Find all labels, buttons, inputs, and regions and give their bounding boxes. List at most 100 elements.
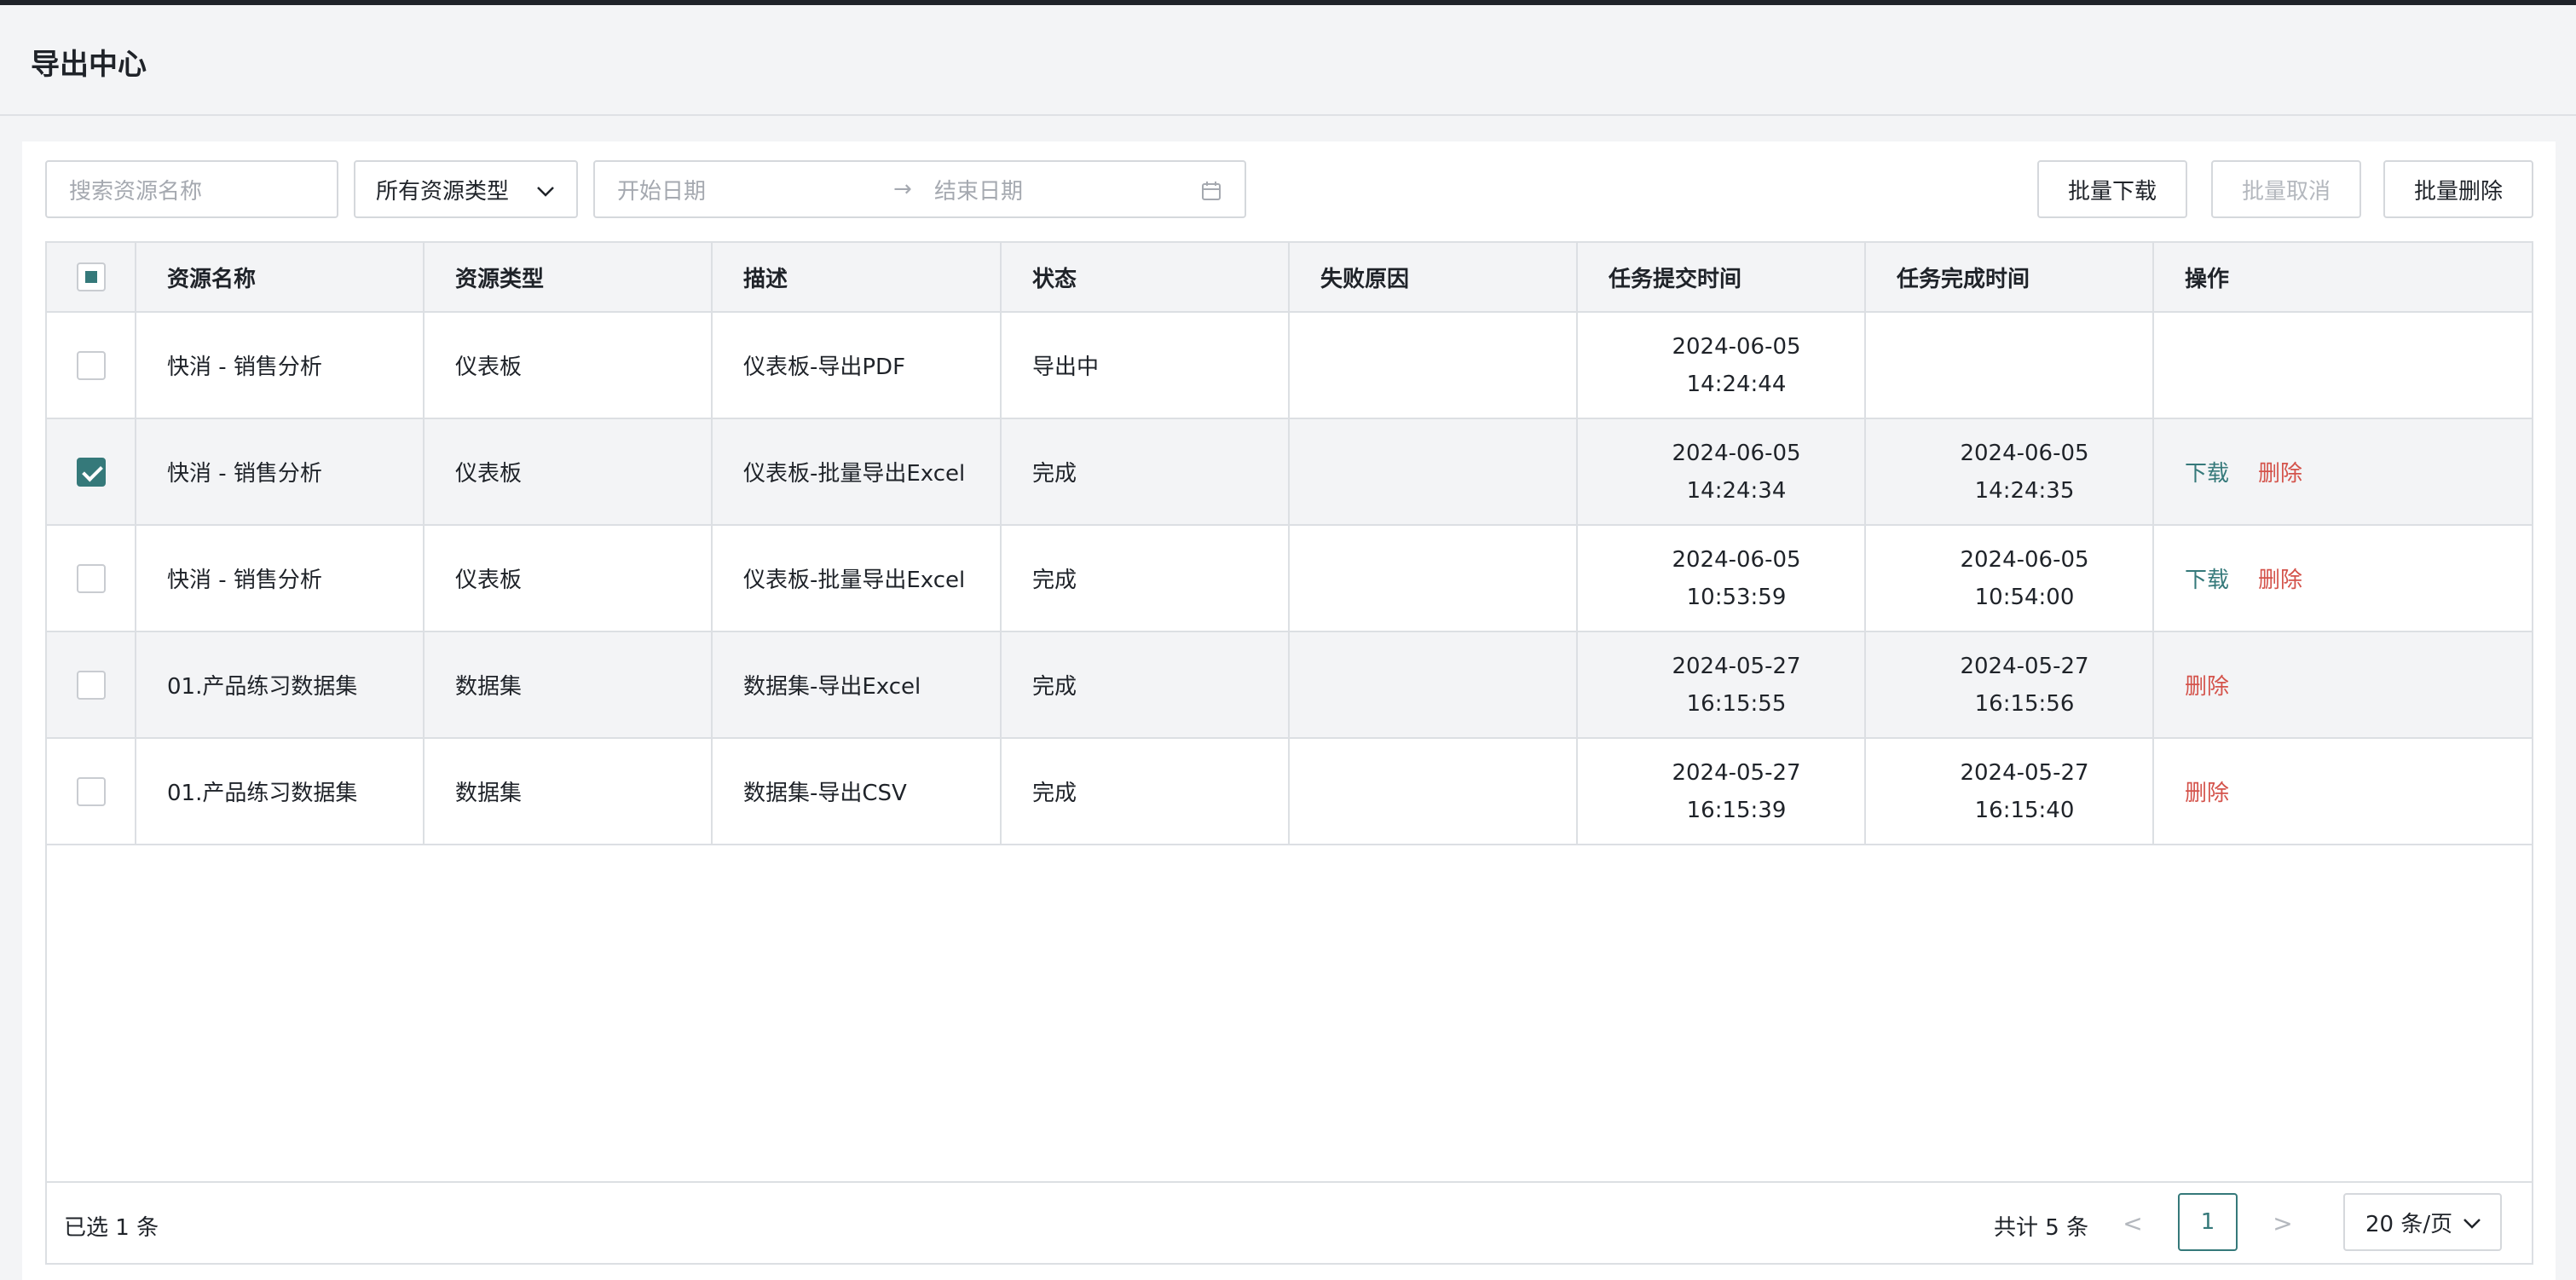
row-checkbox[interactable] <box>76 776 106 806</box>
finish-date: 2024-06-05 <box>1960 546 2089 573</box>
row-select-cell <box>47 632 136 737</box>
actions-cell: 下载 删除 <box>2154 526 2532 631</box>
submit-time-cell: 2024-06-05 14:24:44 <box>1578 313 1866 418</box>
failure-reason-cell <box>1290 526 1578 631</box>
download-link[interactable]: 下载 <box>2185 456 2229 487</box>
column-header: 操作 <box>2185 266 2230 292</box>
start-date-input[interactable]: 开始日期 <box>617 174 706 205</box>
description-cell: 数据集-导出CSV <box>713 739 1002 844</box>
finish-time: 14:24:35 <box>1974 477 2075 504</box>
export-table: 资源名称 资源类型 描述 状态 失败原因 任务提交时间 任务完成时间 操作 快消… <box>45 241 2533 1265</box>
row-select-cell <box>47 313 136 418</box>
chevron-down-icon <box>2463 1219 2481 1229</box>
download-link[interactable]: 下载 <box>2185 562 2229 594</box>
submit-time: 16:15:39 <box>1686 797 1787 823</box>
row-checkbox[interactable] <box>76 457 106 487</box>
actions-cell <box>2154 313 2532 418</box>
delete-link[interactable]: 删除 <box>2258 562 2302 594</box>
submit-date: 2024-06-05 <box>1672 333 1801 360</box>
page-size-select[interactable]: 20 条/页 <box>2343 1193 2502 1251</box>
batch-download-button[interactable]: 批量下载 <box>2037 160 2187 218</box>
resource-type-cell: 数据集 <box>425 739 713 844</box>
search-input[interactable]: 搜索资源名称 <box>45 160 338 218</box>
column-header: 资源名称 <box>136 243 425 311</box>
row-select-cell <box>47 739 136 844</box>
failure-reason-cell <box>1290 632 1578 737</box>
description-cell: 仪表板-批量导出Excel <box>713 526 1002 631</box>
calendar-icon <box>1202 182 1221 200</box>
description-cell: 仪表板-批量导出Excel <box>713 419 1002 524</box>
batch-cancel-button[interactable]: 批量取消 <box>2211 160 2361 218</box>
submit-time: 14:24:34 <box>1686 477 1787 504</box>
resource-type-cell: 仪表板 <box>425 419 713 524</box>
table-row: 01.产品练习数据集 数据集 数据集-导出Excel 完成 2024-05-27… <box>47 632 2532 739</box>
row-checkbox[interactable] <box>76 563 106 593</box>
column-header: 任务完成时间 <box>1866 243 2154 311</box>
end-date-input[interactable]: 结束日期 <box>934 174 1023 205</box>
submit-date: 2024-06-05 <box>1672 440 1801 466</box>
submit-time-cell: 2024-06-05 10:53:59 <box>1578 526 1866 631</box>
finish-date: 2024-06-05 <box>1960 440 2089 466</box>
resource-type-select[interactable]: 所有资源类型 <box>354 160 578 218</box>
selected-count: 已选 1 条 <box>64 1215 159 1241</box>
next-page-button[interactable]: > <box>2270 1208 2296 1237</box>
batch-delete-button[interactable]: 批量删除 <box>2383 160 2533 218</box>
failure-reason-cell <box>1290 739 1578 844</box>
resource-type-cell: 仪表板 <box>425 526 713 631</box>
failure-reason-cell <box>1290 419 1578 524</box>
delete-link[interactable]: 删除 <box>2185 669 2229 701</box>
delete-link[interactable]: 删除 <box>2258 456 2302 487</box>
chevron-down-icon <box>537 187 554 197</box>
resource-type-cell: 数据集 <box>425 632 713 737</box>
table-row: 01.产品练习数据集 数据集 数据集-导出CSV 完成 2024-05-27 16… <box>47 739 2532 845</box>
table-row: 快消 - 销售分析 仪表板 仪表板-批量导出Excel 完成 2024-06-0… <box>47 526 2532 632</box>
finish-time-cell: 2024-06-05 14:24:35 <box>1866 419 2154 524</box>
submit-time-cell: 2024-05-27 16:15:39 <box>1578 739 1866 844</box>
select-all-cell <box>47 243 136 311</box>
column-header: 资源类型 <box>425 243 713 311</box>
table-header: 资源名称 资源类型 描述 状态 失败原因 任务提交时间 任务完成时间 操作 <box>47 243 2532 313</box>
submit-date: 2024-05-27 <box>1672 653 1801 679</box>
delete-link[interactable]: 删除 <box>2185 775 2229 807</box>
resource-name-cell: 01.产品练习数据集 <box>136 739 425 844</box>
status-cell: 完成 <box>1002 526 1290 631</box>
resource-name-cell: 快消 - 销售分析 <box>136 526 425 631</box>
row-select-cell <box>47 419 136 524</box>
description-cell: 数据集-导出Excel <box>713 632 1002 737</box>
submit-date: 2024-06-05 <box>1672 546 1801 573</box>
resource-name-cell: 快消 - 销售分析 <box>136 419 425 524</box>
page-title: 导出中心 <box>31 48 147 82</box>
page-number-button[interactable]: 1 <box>2178 1193 2238 1251</box>
submit-time-cell: 2024-06-05 14:24:34 <box>1578 419 1866 524</box>
column-header: 任务提交时间 <box>1578 243 1866 311</box>
total-count: 共计 5 条 <box>1994 1215 2089 1241</box>
date-range-arrow: → <box>893 176 912 202</box>
row-checkbox[interactable] <box>76 350 106 380</box>
row-checkbox[interactable] <box>76 670 106 700</box>
failure-reason-cell <box>1290 313 1578 418</box>
resource-name-cell: 快消 - 销售分析 <box>136 313 425 418</box>
prev-page-button[interactable]: < <box>2120 1208 2146 1237</box>
date-range-picker[interactable]: 开始日期 → 结束日期 <box>593 160 1246 218</box>
status-cell: 完成 <box>1002 739 1290 844</box>
finish-time: 16:15:56 <box>1974 690 2075 717</box>
table-row: 快消 - 销售分析 仪表板 仪表板-导出PDF 导出中 2024-06-05 14… <box>47 313 2532 419</box>
submit-time: 10:53:59 <box>1686 584 1787 610</box>
select-all-checkbox[interactable] <box>76 262 106 291</box>
finish-time: 16:15:40 <box>1974 797 2075 823</box>
finish-time-cell: 2024-05-27 16:15:56 <box>1866 632 2154 737</box>
column-header: 状态 <box>1002 243 1290 311</box>
page-header: 导出中心 <box>0 5 2576 116</box>
table-footer: 已选 1 条 共计 5 条 < 1 > 20 条/页 <box>47 1181 2532 1263</box>
finish-time: 10:54:00 <box>1974 584 2075 610</box>
finish-time-cell <box>1866 313 2154 418</box>
actions-cell: 删除 <box>2154 739 2532 844</box>
column-header: 失败原因 <box>1290 243 1578 311</box>
finish-time-cell: 2024-05-27 16:15:40 <box>1866 739 2154 844</box>
finish-date: 2024-05-27 <box>1960 759 2089 786</box>
actions-cell: 删除 <box>2154 632 2532 737</box>
status-cell: 导出中 <box>1002 313 1290 418</box>
search-placeholder: 搜索资源名称 <box>69 178 203 205</box>
submit-time: 16:15:55 <box>1686 690 1787 717</box>
row-select-cell <box>47 526 136 631</box>
